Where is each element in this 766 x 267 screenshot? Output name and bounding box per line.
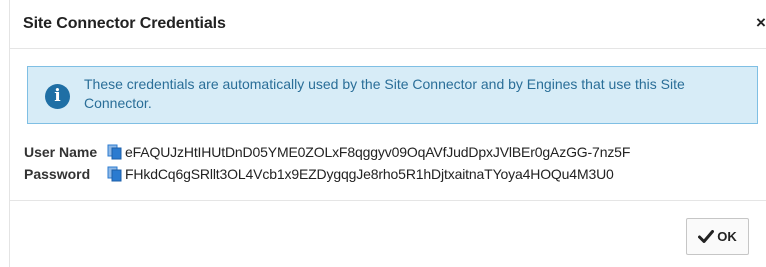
ok-label: OK <box>717 229 737 244</box>
password-label: Password <box>24 166 91 182</box>
credentials-dialog: Site Connector Credentials × i These cre… <box>9 0 766 267</box>
dialog-title: Site Connector Credentials <box>23 15 226 32</box>
check-icon <box>698 230 715 243</box>
password-row: Password FHkdCq6gSRllt3OL4Vcb1x9EZDygqgJe… <box>24 165 614 183</box>
info-alert: i These credentials are automatically us… <box>27 66 758 124</box>
user-name-row: User Name eFAQUJzHtIHUtDnD05YME0ZOLxF8qgg… <box>24 143 630 161</box>
close-icon[interactable]: × <box>756 13 766 33</box>
user-name-label: User Name <box>24 144 98 160</box>
password-value: FHkdCq6gSRllt3OL4Vcb1x9EZDygqgJe8rho5R1h… <box>125 166 614 182</box>
info-message: These credentials are automatically used… <box>84 76 685 111</box>
ok-button[interactable]: OK <box>686 218 749 255</box>
dialog-footer: OK <box>10 200 766 267</box>
info-icon: i <box>45 84 70 109</box>
user-name-value: eFAQUJzHtIHUtDnD05YME0ZOLxF8qggyv09OqAVf… <box>125 144 631 160</box>
dialog-header: Site Connector Credentials × <box>10 0 766 49</box>
copy-icon[interactable] <box>107 144 125 160</box>
copy-icon[interactable] <box>107 166 125 182</box>
